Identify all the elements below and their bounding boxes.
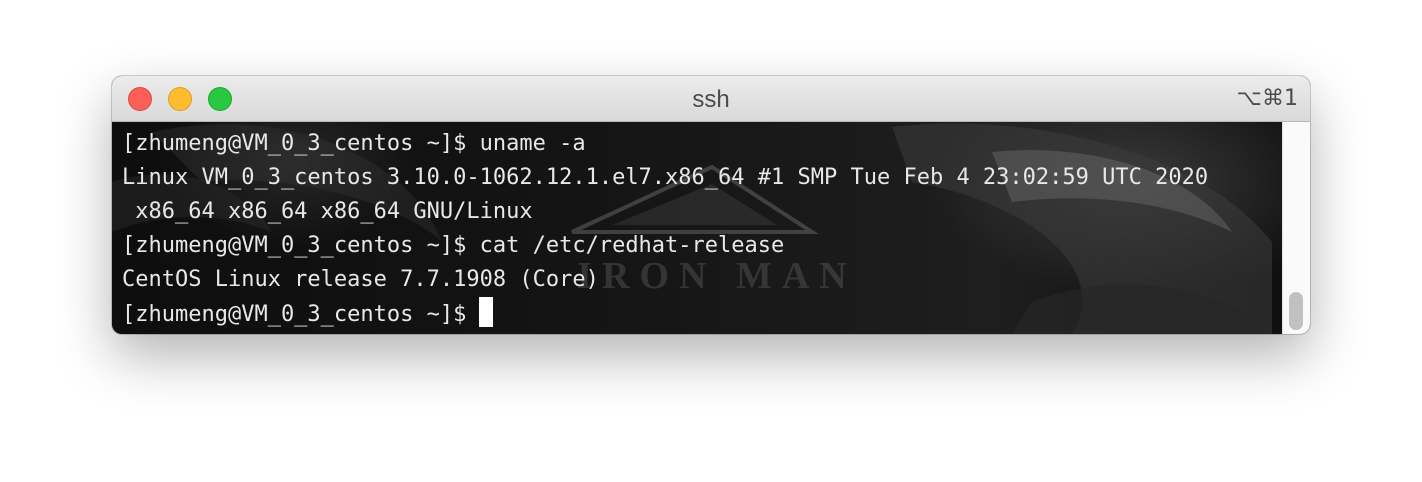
terminal-line: x86_64 x86_64 x86_64 GNU/Linux <box>122 199 533 224</box>
shell-prompt: [zhumeng@VM_0_3_centos ~]$ <box>122 302 467 327</box>
window-shortcut: ⌥⌘1 <box>1236 86 1298 111</box>
terminal-prompt-line[interactable]: [zhumeng@VM_0_3_centos ~]$ <box>122 297 1208 331</box>
terminal-line: CentOS Linux release 7.7.1908 (Core) <box>122 267 599 292</box>
window-title: ssh <box>692 86 730 113</box>
terminal-line: [zhumeng@VM_0_3_centos ~]$ uname -a <box>122 131 586 156</box>
text-cursor <box>479 297 494 327</box>
vertical-scrollbar[interactable] <box>1282 122 1310 334</box>
terminal-lines: [zhumeng@VM_0_3_centos ~]$ uname -a Linu… <box>122 127 1208 331</box>
title-bar[interactable]: ssh ⌥⌘1 <box>112 76 1310 122</box>
scrollbar-thumb[interactable] <box>1289 292 1303 330</box>
terminal-output[interactable]: IRON MAN [zhumeng@VM_0_3_centos ~]$ unam… <box>112 122 1282 334</box>
terminal-line: [zhumeng@VM_0_3_centos ~]$ cat /etc/redh… <box>122 233 785 258</box>
terminal-window: ssh ⌥⌘1 IRON MAN [zhumeng@VM_0_3_centos … <box>112 76 1310 334</box>
terminal-line: Linux VM_0_3_centos 3.10.0-1062.12.1.el7… <box>122 165 1209 190</box>
